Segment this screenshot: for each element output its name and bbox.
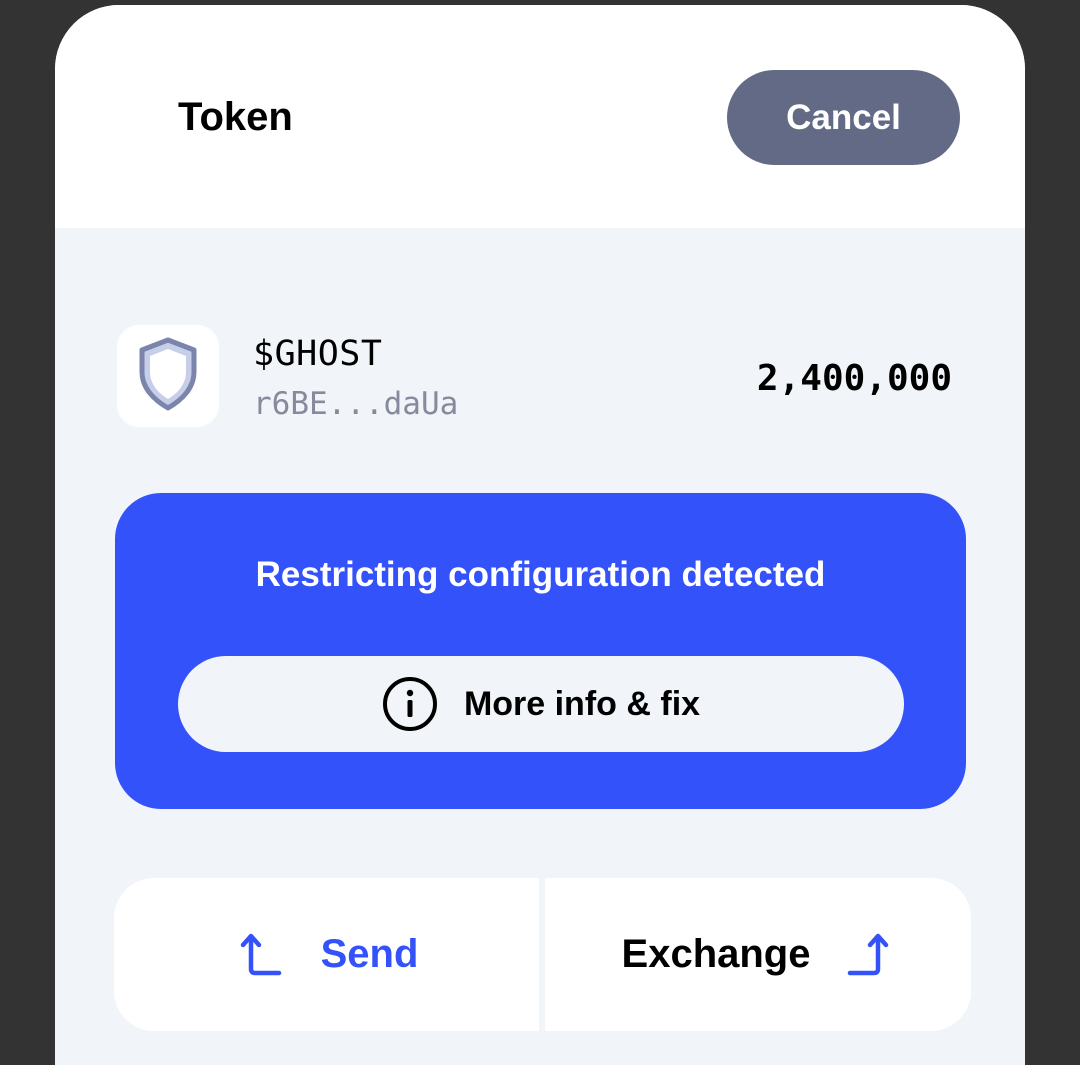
send-button[interactable]: Send <box>114 878 539 1031</box>
sheet-header: Token Cancel <box>55 5 1025 228</box>
token-address: r6BE...daUa <box>253 386 459 422</box>
shield-icon <box>136 336 200 417</box>
more-info-fix-label: More info & fix <box>463 684 701 723</box>
send-label: Send <box>320 932 419 976</box>
more-info-fix-button[interactable]: More info & fix <box>178 656 904 752</box>
exchange-button[interactable]: Exchange <box>545 878 971 1031</box>
exchange-label: Exchange <box>621 932 811 976</box>
arrow-up-left-icon <box>235 931 283 979</box>
cancel-button[interactable]: Cancel <box>727 70 960 165</box>
token-row: $GHOST r6BE...daUa 2,400,000 <box>55 305 1025 435</box>
token-name: $GHOST <box>253 334 383 374</box>
alert-title: Restricting configuration detected <box>255 555 826 594</box>
info-icon <box>382 676 438 732</box>
token-sheet: Token Cancel $GHOST r6BE...daUa 2,400,00… <box>55 5 1025 1065</box>
page-title: Token <box>178 95 293 139</box>
token-actions: Send Exchange <box>114 878 971 1031</box>
restriction-alert: Restricting configuration detected More … <box>115 493 966 809</box>
token-avatar <box>117 325 219 427</box>
token-balance: 2,400,000 <box>756 358 952 399</box>
arrow-up-right-icon <box>846 931 894 979</box>
